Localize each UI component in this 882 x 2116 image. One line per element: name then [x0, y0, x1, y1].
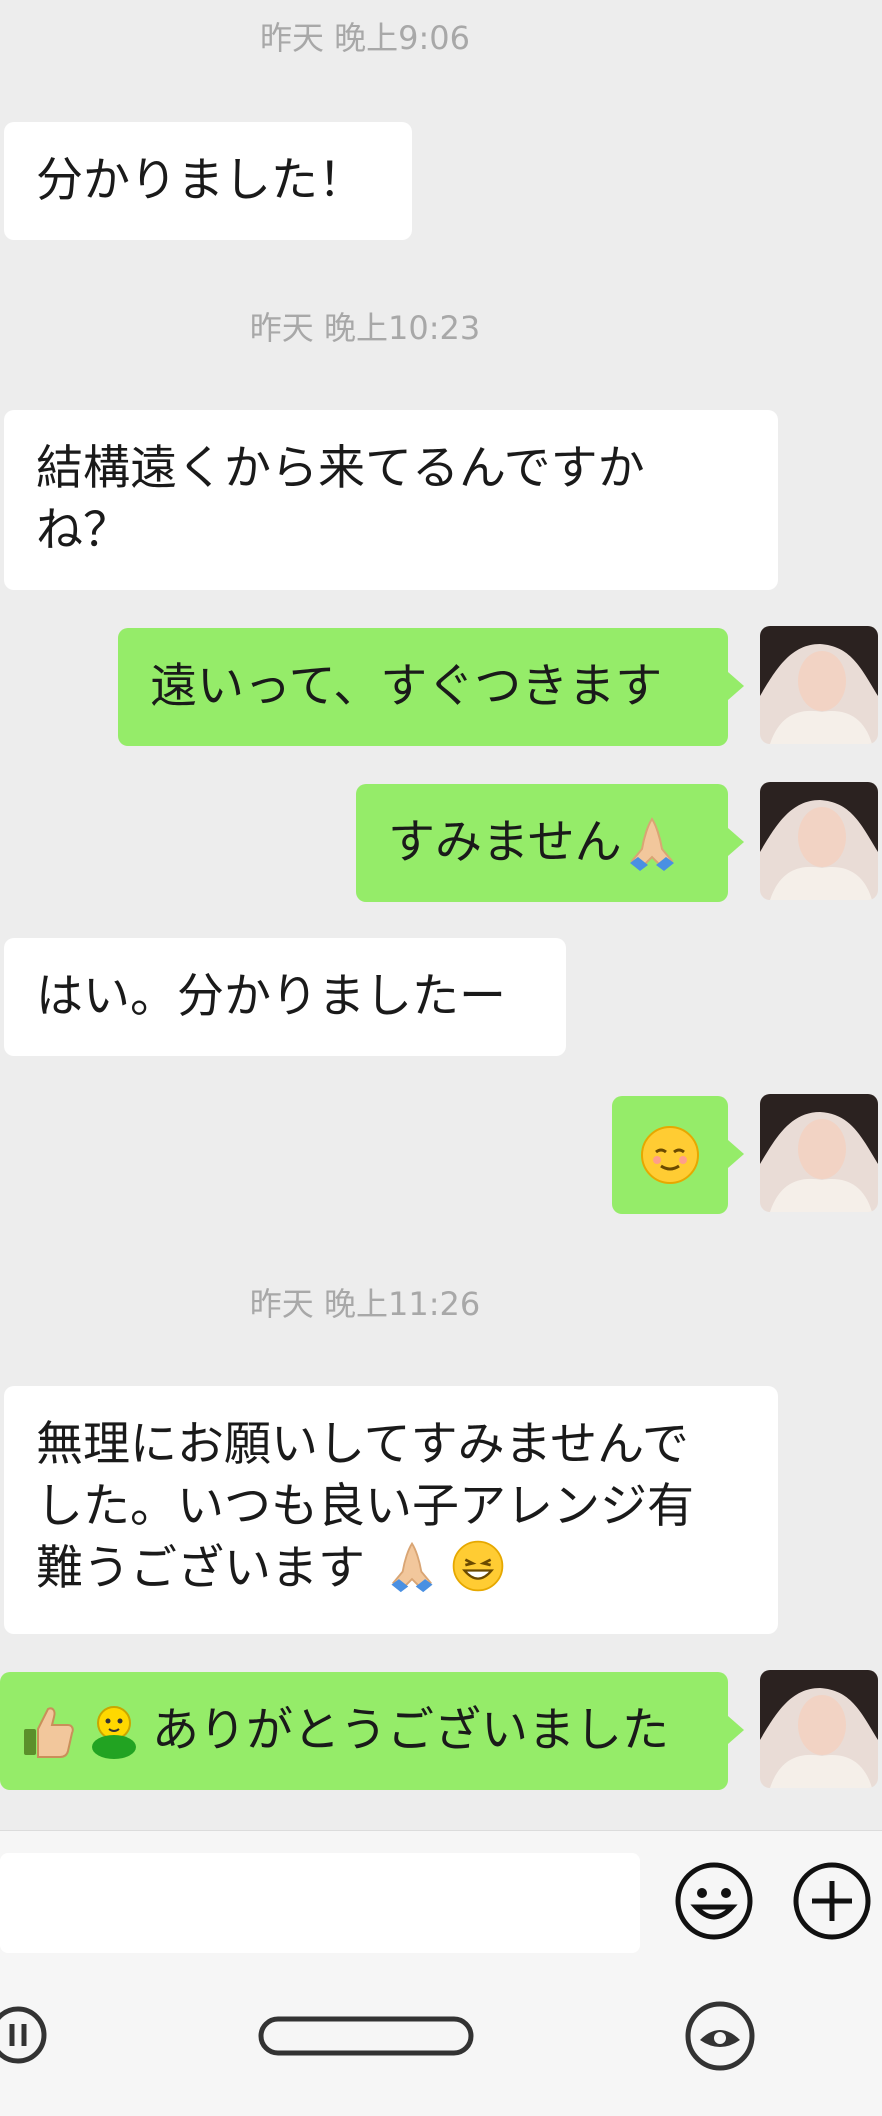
message-input[interactable]	[0, 1853, 640, 1953]
avatar-photo-icon	[760, 626, 878, 744]
message-bubble-sent[interactable]: 遠いって、すぐつきます	[118, 628, 744, 746]
message-text: ありがとうございました	[152, 1703, 669, 1758]
system-navigation-bar	[0, 1970, 882, 2116]
user-avatar[interactable]	[760, 1094, 878, 1212]
grinning-face-icon	[452, 1540, 504, 1592]
timestamp: 昨天 晚上9:06	[259, 19, 471, 57]
user-avatar[interactable]	[760, 626, 878, 744]
message-bubble-received[interactable]: 結構遠くから来てるんですか ね？	[4, 410, 778, 590]
message-text: 無理にお願いしてすみませんで した。いつも良い子アレンジ有 難うございます	[36, 1417, 694, 1596]
message-bubble-received[interactable]: 無理にお願いしてすみませんで した。いつも良い子アレンジ有 難うございます	[4, 1386, 778, 1634]
leading-emoji-group	[18, 1701, 144, 1761]
relieved-face-icon	[641, 1126, 699, 1184]
recent-apps-icon[interactable]	[0, 2000, 60, 2070]
home-pill-icon[interactable]	[258, 2016, 474, 2056]
timestamp: 昨天 晚上10:23	[249, 309, 481, 347]
message-text: はい。分かりましたー	[36, 969, 506, 1024]
message-input-bar	[0, 1830, 882, 1971]
message-bubble-received[interactable]: はい。分かりましたー	[4, 938, 566, 1056]
timestamp: 昨天 晚上11:26	[249, 1285, 481, 1323]
message-bubble-sent[interactable]: ありがとうございました	[0, 1672, 744, 1790]
folded-hands-icon	[391, 1541, 433, 1593]
message-bubble-received[interactable]: 分かりました！	[4, 122, 412, 240]
plus-circle-icon[interactable]	[790, 1859, 874, 1943]
chat-area: 昨天 晚上9:06 分かりました！ 昨天 晚上10:23 結構遠くから来てるんで…	[0, 0, 882, 1830]
message-bubble-sent[interactable]: すみません	[356, 784, 744, 902]
message-text: 結構遠くから来てるんですか ね？	[36, 441, 645, 558]
message-text: 分かりました！	[36, 153, 365, 208]
avatar-photo-icon	[760, 1094, 878, 1212]
assistant-icon[interactable]	[682, 1998, 758, 2074]
user-avatar[interactable]	[760, 782, 878, 900]
green-bird-icon	[92, 1706, 136, 1759]
message-text: 遠いって、すぐつきます	[150, 659, 663, 714]
thumbs-up-icon	[24, 1707, 74, 1758]
smiley-face-icon[interactable]	[672, 1859, 756, 1943]
avatar-photo-icon	[760, 1670, 878, 1788]
avatar-photo-icon	[760, 782, 878, 900]
message-text: すみません	[388, 815, 622, 870]
trailing-emoji-group	[384, 1538, 506, 1594]
message-bubble-sent[interactable]	[612, 1096, 744, 1214]
folded-hands-icon	[629, 817, 674, 871]
user-avatar[interactable]	[760, 1670, 878, 1788]
